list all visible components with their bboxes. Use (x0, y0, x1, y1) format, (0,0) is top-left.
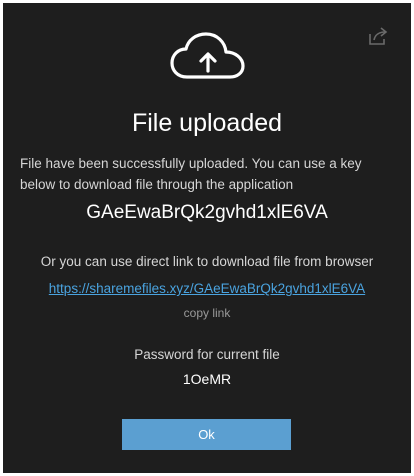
upload-dialog: File uploaded File have been successfull… (3, 3, 411, 473)
share-icon[interactable] (367, 25, 389, 47)
password-label: Password for current file (134, 347, 280, 362)
copy-link-button[interactable]: copy link (3, 306, 411, 320)
download-link[interactable]: https://sharemefiles.xyz/GAeEwaBrQk2gvhd… (3, 281, 411, 296)
success-message: File have been successfully uploaded. Yo… (20, 156, 362, 192)
dialog-title: File uploaded (131, 109, 283, 137)
direct-link-hint: Or you can use direct link to download f… (40, 254, 374, 269)
password-value: 1OeMR (182, 371, 232, 387)
cloud-upload-icon (170, 32, 245, 79)
ok-button[interactable]: Ok (122, 419, 291, 450)
screenshot-frame: File uploaded File have been successfull… (0, 0, 414, 476)
file-key: GAeEwaBrQk2gvhd1xlE6VA (86, 202, 328, 223)
